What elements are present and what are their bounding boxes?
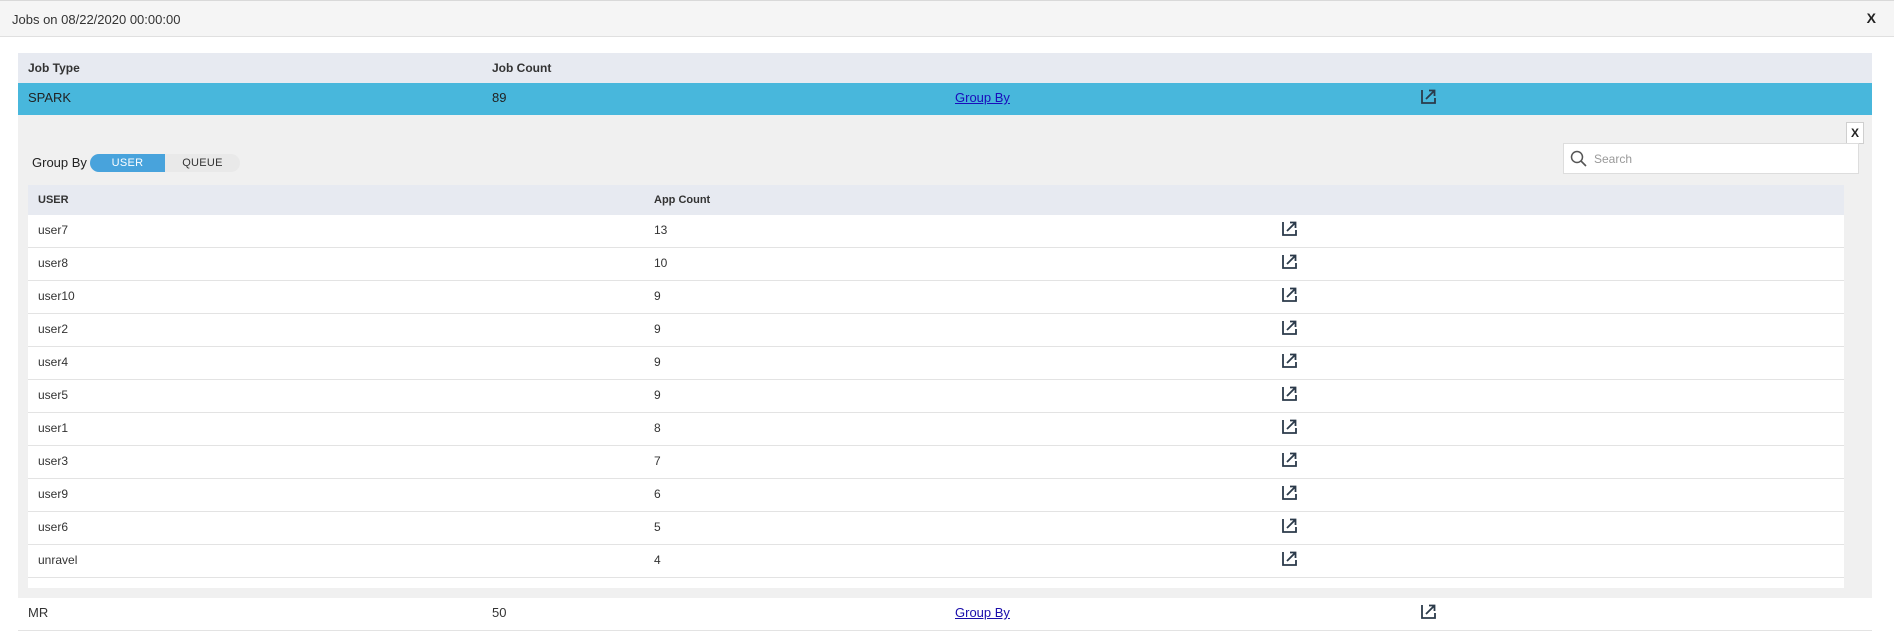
external-link-icon[interactable] [1282,485,1297,503]
group-by-link[interactable]: Group By [955,90,1010,105]
toggle-queue[interactable]: QUEUE [165,154,240,172]
user-cell: user10 [38,289,75,303]
app-count-cell: 7 [654,454,661,468]
external-link-icon[interactable] [1282,551,1297,569]
external-link-icon[interactable] [1282,386,1297,404]
search-input[interactable] [1592,149,1846,169]
external-link-icon[interactable] [1282,320,1297,338]
table-row[interactable]: user7 13 [28,215,1844,248]
external-link-icon[interactable] [1282,221,1297,239]
app-count-cell: 4 [654,553,661,567]
external-link-icon[interactable] [1282,287,1297,305]
app-count-cell: 8 [654,421,661,435]
panel-close-button[interactable]: X [1846,122,1864,144]
external-link-icon[interactable] [1282,254,1297,272]
app-count-cell: 6 [654,487,661,501]
group-by-link[interactable]: Group By [955,605,1010,620]
user-cell: user7 [38,223,69,237]
table-row[interactable]: user5 9 [28,380,1844,413]
user-cell: user1 [38,421,69,435]
search-icon [1570,150,1587,172]
app-count-cell: 9 [654,355,661,369]
external-link-icon[interactable] [1282,518,1297,536]
group-by-toggle: USER QUEUE [90,154,240,172]
user-cell: user6 [38,520,69,534]
user-cell: user3 [38,454,69,468]
app-count-cell: 5 [654,520,661,534]
external-link-icon[interactable] [1421,89,1436,107]
app-count-cell: 10 [654,256,668,270]
app-count-cell: 13 [654,223,668,237]
external-link-icon[interactable] [1282,353,1297,371]
table-row[interactable]: user6 5 [28,512,1844,545]
group-by-label: Group By [32,155,87,170]
table-row[interactable]: user1 8 [28,413,1844,446]
user-cell: user5 [38,388,69,402]
table-row[interactable]: user4 9 [28,347,1844,380]
table-row[interactable]: user8 10 [28,248,1844,281]
user-cell: user8 [38,256,69,270]
table-row[interactable]: user2 9 [28,314,1844,347]
app-count-cell: 9 [654,289,661,303]
table-row[interactable]: unravel 4 [28,545,1844,578]
jobs-table-header: Job Type Job Count [18,53,1872,83]
user-table: USER App Count user7 13 user8 10 user10 9 user… [28,185,1844,588]
app-count-cell: 9 [654,322,661,336]
scrollbar[interactable] [1875,37,1894,640]
job-count-cell: 50 [492,605,507,620]
external-link-icon[interactable] [1282,419,1297,437]
modal-close-button[interactable]: X [1867,10,1876,26]
table-row-partial [28,578,1844,588]
header-user: USER [38,194,69,206]
user-cell: user4 [38,355,69,369]
jobs-table: Job Type Job Count SPARK 89 Group By X G… [18,53,1872,631]
table-row[interactable]: user9 6 [28,479,1844,512]
jobs-modal: Jobs on 08/22/2020 00:00:00 X Job Type J… [0,0,1894,640]
job-count-cell: 89 [492,90,507,105]
search-box [1563,143,1859,174]
modal-title: Jobs on 08/22/2020 00:00:00 [12,12,181,27]
external-link-icon[interactable] [1282,452,1297,470]
table-row[interactable]: user10 9 [28,281,1844,314]
job-type-cell: MR [28,605,49,620]
job-type-cell: SPARK [28,90,72,105]
app-count-cell: 9 [654,388,661,402]
user-cell: user2 [38,322,69,336]
header-job-count: Job Count [492,61,552,75]
group-by-panel: X Group By USER QUEUE USER App Count use… [18,115,1872,598]
jobs-row-spark[interactable]: SPARK 89 Group By [18,83,1872,115]
modal-header: Jobs on 08/22/2020 00:00:00 X [0,1,1894,37]
jobs-row-mr[interactable]: MR 50 Group By [18,598,1872,631]
header-app-count: App Count [654,194,711,206]
toggle-user[interactable]: USER [90,154,165,172]
table-row[interactable]: user3 7 [28,446,1844,479]
user-cell: unravel [38,553,78,567]
user-table-header: USER App Count [28,185,1844,215]
user-cell: user9 [38,487,69,501]
external-link-icon[interactable] [1421,604,1436,622]
header-job-type: Job Type [28,61,80,75]
